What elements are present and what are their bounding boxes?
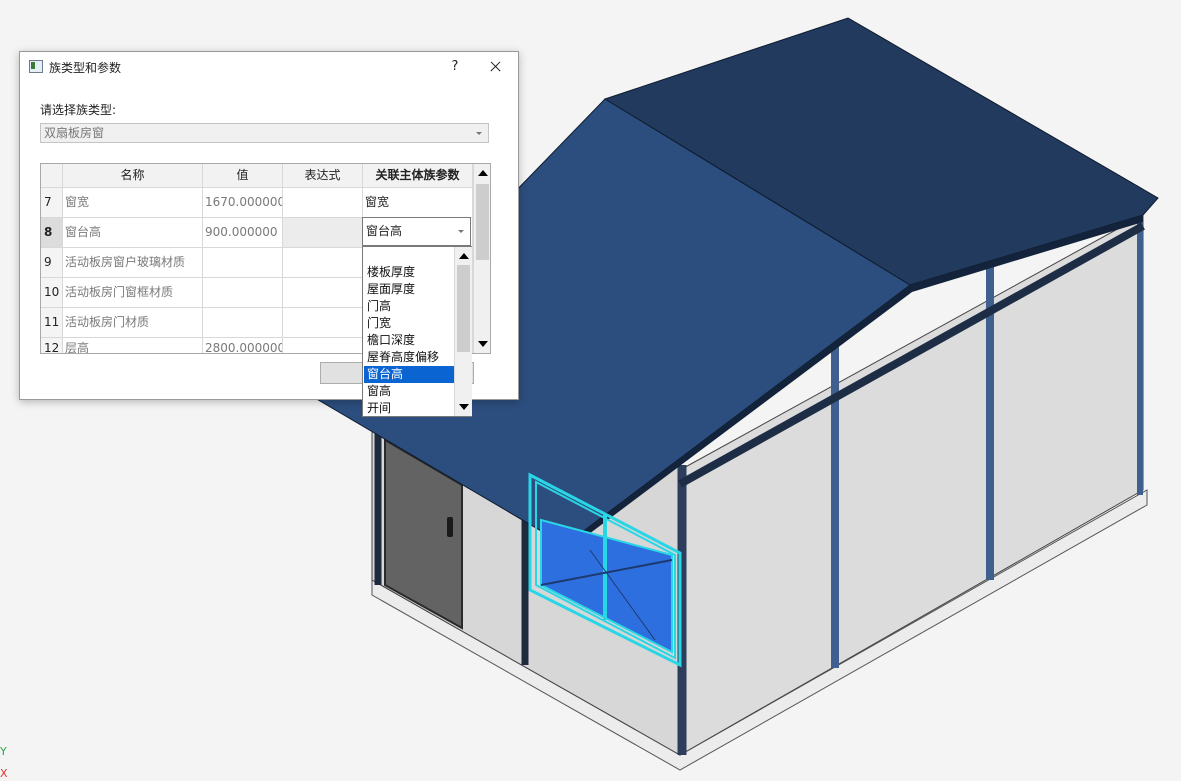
- col-header-value[interactable]: 值: [203, 164, 283, 188]
- close-icon[interactable]: [483, 55, 509, 79]
- arrow-down-icon: [459, 404, 469, 410]
- row-number[interactable]: 11: [41, 308, 63, 338]
- param-expression[interactable]: [283, 278, 363, 308]
- col-header-assoc[interactable]: 关联主体族参数: [363, 164, 473, 188]
- row-number[interactable]: 9: [41, 248, 63, 278]
- dropdown-list: 楼板厚度 屋面厚度 门高 门宽 檐口深度 屋脊高度偏移 窗台高 窗高 开间: [364, 264, 454, 417]
- param-expression[interactable]: [283, 338, 363, 353]
- col-header-expression[interactable]: 表达式: [283, 164, 363, 188]
- dropdown-scrollbar[interactable]: [454, 247, 472, 416]
- family-type-value: 双扇板房窗: [44, 126, 105, 140]
- arrow-down-icon: [478, 341, 488, 347]
- param-name[interactable]: 活动板房门窗框材质: [63, 278, 203, 308]
- assoc-param-dropdown[interactable]: 楼板厚度 屋面厚度 门高 门宽 檐口深度 屋脊高度偏移 窗台高 窗高 开间: [362, 246, 472, 417]
- scroll-up-button[interactable]: [475, 165, 490, 181]
- corner-header: [41, 164, 63, 188]
- scroll-up-button[interactable]: [456, 248, 471, 264]
- chevron-down-icon: [458, 230, 464, 233]
- help-button[interactable]: ?: [444, 56, 466, 78]
- param-expression[interactable]: [283, 308, 363, 338]
- dropdown-item[interactable]: 檐口深度: [364, 332, 454, 349]
- dropdown-item[interactable]: 门宽: [364, 315, 454, 332]
- dropdown-item[interactable]: 楼板厚度: [364, 264, 454, 281]
- row-number[interactable]: 12: [41, 338, 63, 353]
- axis-x-indicator: X: [0, 767, 8, 780]
- param-expression[interactable]: [283, 248, 363, 278]
- scroll-down-button[interactable]: [475, 336, 490, 352]
- param-name[interactable]: 窗宽: [63, 188, 203, 218]
- family-type-label: 请选择族类型:: [40, 103, 117, 117]
- param-expression[interactable]: [283, 188, 363, 218]
- col-header-name[interactable]: 名称: [63, 164, 203, 188]
- axis-y-indicator: Y: [0, 745, 7, 758]
- param-name[interactable]: 层高: [63, 338, 203, 353]
- row-number[interactable]: 10: [41, 278, 63, 308]
- param-value[interactable]: [203, 308, 283, 338]
- scroll-thumb[interactable]: [457, 265, 470, 352]
- table-scrollbar[interactable]: [473, 164, 490, 353]
- param-value[interactable]: [203, 278, 283, 308]
- param-name[interactable]: 活动板房窗户玻璃材质: [63, 248, 203, 278]
- param-value[interactable]: 900.000000: [203, 218, 283, 248]
- dropdown-item-selected[interactable]: 窗台高: [364, 366, 454, 383]
- dropdown-item[interactable]: 开间: [364, 400, 454, 417]
- family-type-combo[interactable]: 双扇板房窗: [40, 123, 489, 143]
- param-name[interactable]: 窗台高: [63, 218, 203, 248]
- dialog-title: 族类型和参数: [49, 61, 122, 75]
- row-number[interactable]: 8: [41, 218, 63, 248]
- dialog-titlebar[interactable]: 族类型和参数 ?: [20, 52, 518, 82]
- arrow-up-icon: [478, 170, 488, 176]
- param-name[interactable]: 活动板房门材质: [63, 308, 203, 338]
- dropdown-item[interactable]: 屋面厚度: [364, 281, 454, 298]
- arrow-up-icon: [459, 253, 469, 259]
- assoc-param-combo-value: 窗台高: [366, 224, 403, 238]
- row-number[interactable]: 7: [41, 188, 63, 218]
- chevron-down-icon: [476, 132, 482, 135]
- scroll-down-button[interactable]: [456, 399, 471, 415]
- assoc-param-combo[interactable]: 窗台高: [362, 217, 471, 246]
- app-icon: [29, 60, 43, 73]
- dropdown-item[interactable]: 屋脊高度偏移: [364, 349, 454, 366]
- dropdown-item[interactable]: 窗高: [364, 383, 454, 400]
- param-expression[interactable]: [283, 218, 363, 248]
- param-value[interactable]: [203, 248, 283, 278]
- param-value[interactable]: 1670.000000: [203, 188, 283, 218]
- param-assoc[interactable]: 窗宽: [363, 188, 473, 218]
- param-value[interactable]: 2800.000000: [203, 338, 283, 353]
- door-handle: [447, 517, 453, 537]
- dropdown-item[interactable]: 门高: [364, 298, 454, 315]
- scroll-thumb[interactable]: [476, 184, 489, 260]
